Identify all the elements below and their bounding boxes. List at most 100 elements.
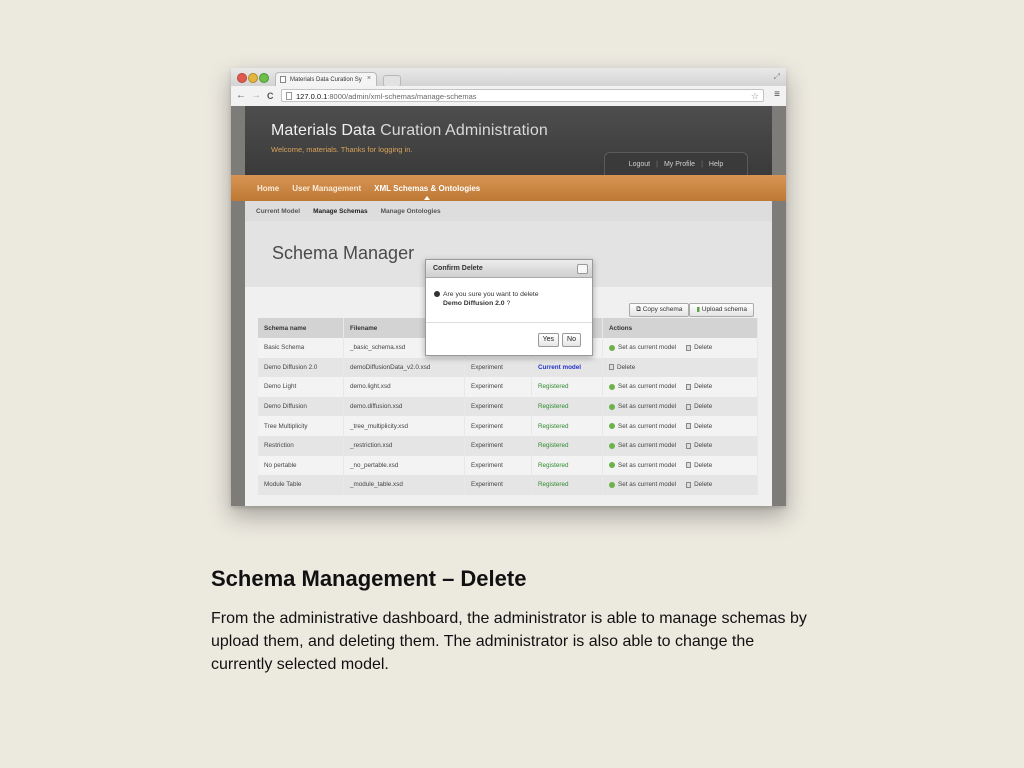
nav-xml-schemas[interactable]: XML Schemas & Ontologies [374, 184, 480, 200]
dialog-close-button[interactable] [577, 264, 588, 274]
copy-schema-label: Copy schema [642, 306, 683, 313]
col-actions: Actions [602, 318, 758, 338]
fullscreen-icon[interactable]: ⤢ [774, 72, 780, 82]
tab-title: Materials Data Curation Sy [290, 76, 362, 83]
col-schema-name: Schema name [258, 318, 344, 338]
schema-type: Experiment [464, 357, 532, 378]
schema-type: Experiment [464, 396, 532, 417]
subnav-manage-ontologies[interactable]: Manage Ontologies [381, 208, 441, 215]
schema-filename: _no_pertable.xsd [343, 455, 465, 476]
schema-filename: demo.diffusion.xsd [343, 396, 465, 417]
logout-link[interactable]: Logout [629, 161, 650, 168]
schema-name: No pertable [258, 455, 344, 476]
menu-icon[interactable]: ≡ [774, 89, 780, 100]
row-actions: Set as current model Delete [602, 475, 758, 495]
slide-title: Schema Management – Delete [211, 566, 527, 591]
schema-status: Current model [531, 357, 603, 378]
schema-filename: _module_table.xsd [343, 475, 465, 495]
row-actions: Set as current model Delete [602, 416, 758, 436]
trash-icon [686, 383, 692, 390]
forward-arrow-icon[interactable]: → [251, 90, 261, 101]
delete-link[interactable]: Delete [694, 462, 712, 469]
schema-toolbar: ⧉ Copy schema ▮ Upload schema [629, 303, 754, 317]
check-icon [609, 462, 615, 469]
zoom-window-button[interactable] [259, 73, 269, 83]
check-icon [609, 344, 615, 351]
address-bar[interactable]: 127.0.0.1:8000/admin/xml-schemas/manage-… [281, 89, 764, 102]
set-current-model-link[interactable]: Set as current model [618, 462, 676, 469]
dialog-qmark: ? [504, 300, 511, 307]
url-path: :8000/admin/xml-schemas/manage-schemas [327, 92, 477, 101]
tab-close-icon[interactable]: × [367, 75, 371, 82]
row-actions: Set as current model Delete [602, 455, 758, 476]
schema-name: Tree Multiplicity [258, 416, 344, 436]
my-profile-link[interactable]: My Profile [664, 161, 695, 168]
page-title: Schema Manager [272, 243, 415, 263]
delete-link[interactable]: Delete [694, 403, 712, 410]
set-current-model-link[interactable]: Set as current model [618, 423, 676, 430]
subnav-manage-schemas[interactable]: Manage Schemas [313, 208, 368, 215]
schema-name: Basic Schema [258, 338, 344, 358]
app-title-light: Curation Administration [375, 122, 548, 139]
schema-name: Restriction [258, 435, 344, 456]
page-icon [280, 76, 286, 83]
upload-schema-button[interactable]: ▮ Upload schema [689, 303, 754, 317]
nav-user-management[interactable]: User Management [292, 184, 361, 193]
schema-type: Experiment [464, 475, 532, 495]
link-separator: | [701, 160, 703, 168]
back-arrow-icon[interactable]: ← [236, 90, 246, 101]
row-actions: Delete [602, 357, 758, 378]
schema-status: Registered [531, 455, 603, 476]
set-current-model-link[interactable]: Set as current model [618, 344, 676, 351]
browser-tab[interactable]: Materials Data Curation Sy × [275, 72, 377, 86]
schema-name: Demo Diffusion [258, 396, 344, 417]
slide-body: From the administrative dashboard, the a… [211, 610, 807, 673]
nav-home[interactable]: Home [257, 184, 279, 193]
row-actions: Set as current model Delete [602, 338, 758, 358]
delete-link[interactable]: Delete [617, 364, 635, 371]
browser-toolbar: ← → C 127.0.0.1:8000/admin/xml-schemas/m… [231, 86, 786, 107]
trash-icon [686, 403, 692, 410]
trash-icon [686, 344, 692, 351]
link-separator: | [656, 160, 658, 168]
trash-icon [609, 364, 614, 371]
row-actions: Set as current model Delete [602, 377, 758, 397]
check-icon [609, 383, 615, 390]
subnav-current-model[interactable]: Current Model [256, 208, 300, 215]
bookmark-star-icon[interactable]: ☆ [751, 90, 759, 103]
set-current-model-link[interactable]: Set as current model [618, 481, 676, 488]
no-button[interactable]: No [562, 333, 581, 347]
sub-nav: Current Model Manage Schemas Manage Onto… [245, 201, 772, 221]
delete-link[interactable]: Delete [694, 481, 712, 488]
yes-button[interactable]: Yes [537, 333, 560, 347]
main-nav: Home User Management XML Schemas & Ontol… [231, 175, 786, 201]
delete-link[interactable]: Delete [694, 344, 712, 351]
trash-icon [686, 481, 692, 488]
close-window-button[interactable] [237, 73, 247, 83]
set-current-model-link[interactable]: Set as current model [618, 403, 676, 410]
reload-icon[interactable]: C [267, 91, 274, 101]
delete-link[interactable]: Delete [694, 383, 712, 390]
set-current-model-link[interactable]: Set as current model [618, 442, 676, 449]
table-row: Demo Light demo.light.xsd Experiment Reg… [258, 377, 758, 397]
help-link[interactable]: Help [709, 161, 723, 168]
confirm-delete-dialog: Confirm Delete Are you sure you want to … [425, 259, 593, 356]
delete-link[interactable]: Delete [694, 423, 712, 430]
row-actions: Set as current model Delete [602, 435, 758, 456]
app-title: Materials Data Curation Administration [271, 122, 548, 140]
page-margin-left [231, 106, 245, 506]
minimize-window-button[interactable] [248, 73, 258, 83]
delete-link[interactable]: Delete [694, 442, 712, 449]
schema-name: Demo Diffusion 2.0 [258, 357, 344, 378]
schema-filename: demo.light.xsd [343, 377, 465, 397]
app-header: Materials Data Curation Administration W… [231, 106, 786, 175]
page-icon [286, 92, 292, 100]
dialog-buttons: Yes No [537, 333, 581, 347]
table-row: Demo Diffusion 2.0 demoDiffusionData_v2.… [258, 357, 758, 378]
check-icon [609, 403, 615, 410]
schema-type: Experiment [464, 435, 532, 456]
set-current-model-link[interactable]: Set as current model [618, 383, 676, 390]
copy-schema-button[interactable]: ⧉ Copy schema [629, 303, 690, 317]
info-icon [434, 291, 440, 298]
dialog-message: Are you sure you want to delete Demo Dif… [434, 290, 539, 308]
